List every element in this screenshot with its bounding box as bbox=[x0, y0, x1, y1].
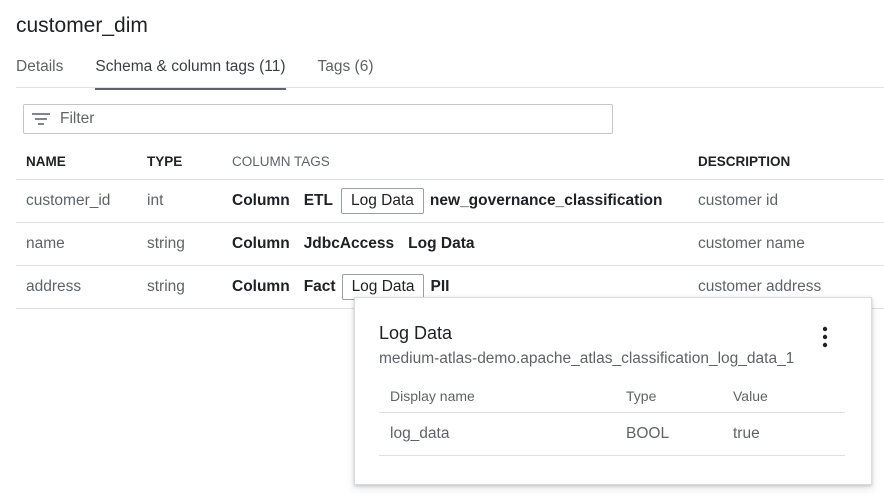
popup-template-id: medium-atlas-demo.apache_atlas_classific… bbox=[379, 350, 795, 367]
cell-name: name bbox=[16, 222, 147, 266]
tab-schema-column-tags[interactable]: Schema & column tags (11) bbox=[95, 56, 286, 90]
filter-box[interactable] bbox=[23, 104, 613, 134]
tag-chip[interactable]: Column bbox=[232, 192, 290, 210]
header-type: Type bbox=[615, 380, 722, 413]
tag-chip[interactable]: new_governance_classification bbox=[430, 192, 663, 210]
filter-list-icon bbox=[32, 113, 50, 125]
header-description[interactable]: DESCRIPTION bbox=[698, 143, 884, 180]
column-tags: Column ETL Log Data new_governance_class… bbox=[232, 188, 698, 214]
cell-name: customer_id bbox=[16, 179, 147, 223]
popup-field-row: log_data BOOL true bbox=[379, 412, 845, 456]
cell-description: customer id bbox=[698, 179, 884, 223]
tag-chip[interactable]: PII bbox=[430, 278, 449, 296]
schema-table: NAME TYPE COLUMN TAGS DESCRIPTION custom… bbox=[16, 143, 884, 309]
popup-fields-table: Display name Type Value log_data BOOL tr… bbox=[379, 380, 845, 456]
field-value: true bbox=[722, 412, 845, 456]
tab-details[interactable]: Details bbox=[16, 56, 63, 90]
header-column-tags: COLUMN TAGS bbox=[232, 143, 698, 180]
field-type: BOOL bbox=[615, 412, 722, 456]
tag-chip-hovered[interactable]: Log Data bbox=[340, 188, 424, 214]
cell-name: address bbox=[16, 265, 147, 309]
tag-chip[interactable]: Fact bbox=[304, 278, 336, 296]
cell-type: string bbox=[147, 265, 232, 309]
tag-chip[interactable]: Log Data bbox=[408, 235, 474, 253]
cell-description: customer name bbox=[698, 222, 884, 266]
cell-type: string bbox=[147, 222, 232, 266]
tag-chip[interactable]: Column bbox=[232, 235, 290, 253]
tag-details-popup: Log Data medium-atlas-demo.apache_atlas_… bbox=[354, 297, 872, 485]
tab-bar: Details Schema & column tags (11) Tags (… bbox=[16, 56, 374, 90]
more-vert-icon[interactable] bbox=[817, 326, 833, 348]
tag-chip[interactable]: JdbcAccess bbox=[304, 235, 394, 253]
header-display-name: Display name bbox=[379, 380, 615, 413]
field-display-name: log_data bbox=[379, 412, 615, 456]
header-name[interactable]: NAME bbox=[16, 143, 147, 180]
filter-input[interactable] bbox=[58, 109, 612, 129]
popup-title: Log Data bbox=[379, 323, 453, 343]
schema-header-row: NAME TYPE COLUMN TAGS DESCRIPTION bbox=[16, 143, 884, 180]
table-row: customer_id int Column ETL Log Data new_… bbox=[16, 179, 884, 223]
tag-chip[interactable]: Column bbox=[232, 278, 290, 296]
cell-type: int bbox=[147, 179, 232, 223]
table-row: name string Column JdbcAccess Log Data c… bbox=[16, 222, 884, 266]
header-type[interactable]: TYPE bbox=[147, 143, 232, 180]
tabs-divider bbox=[16, 87, 884, 88]
tag-chip[interactable]: ETL bbox=[304, 192, 333, 210]
tab-tags[interactable]: Tags (6) bbox=[318, 56, 374, 90]
header-value: Value bbox=[722, 380, 845, 413]
page-title: customer_dim bbox=[16, 14, 148, 37]
column-tags: Column JdbcAccess Log Data bbox=[232, 235, 698, 253]
popup-header-row: Display name Type Value bbox=[379, 380, 845, 413]
